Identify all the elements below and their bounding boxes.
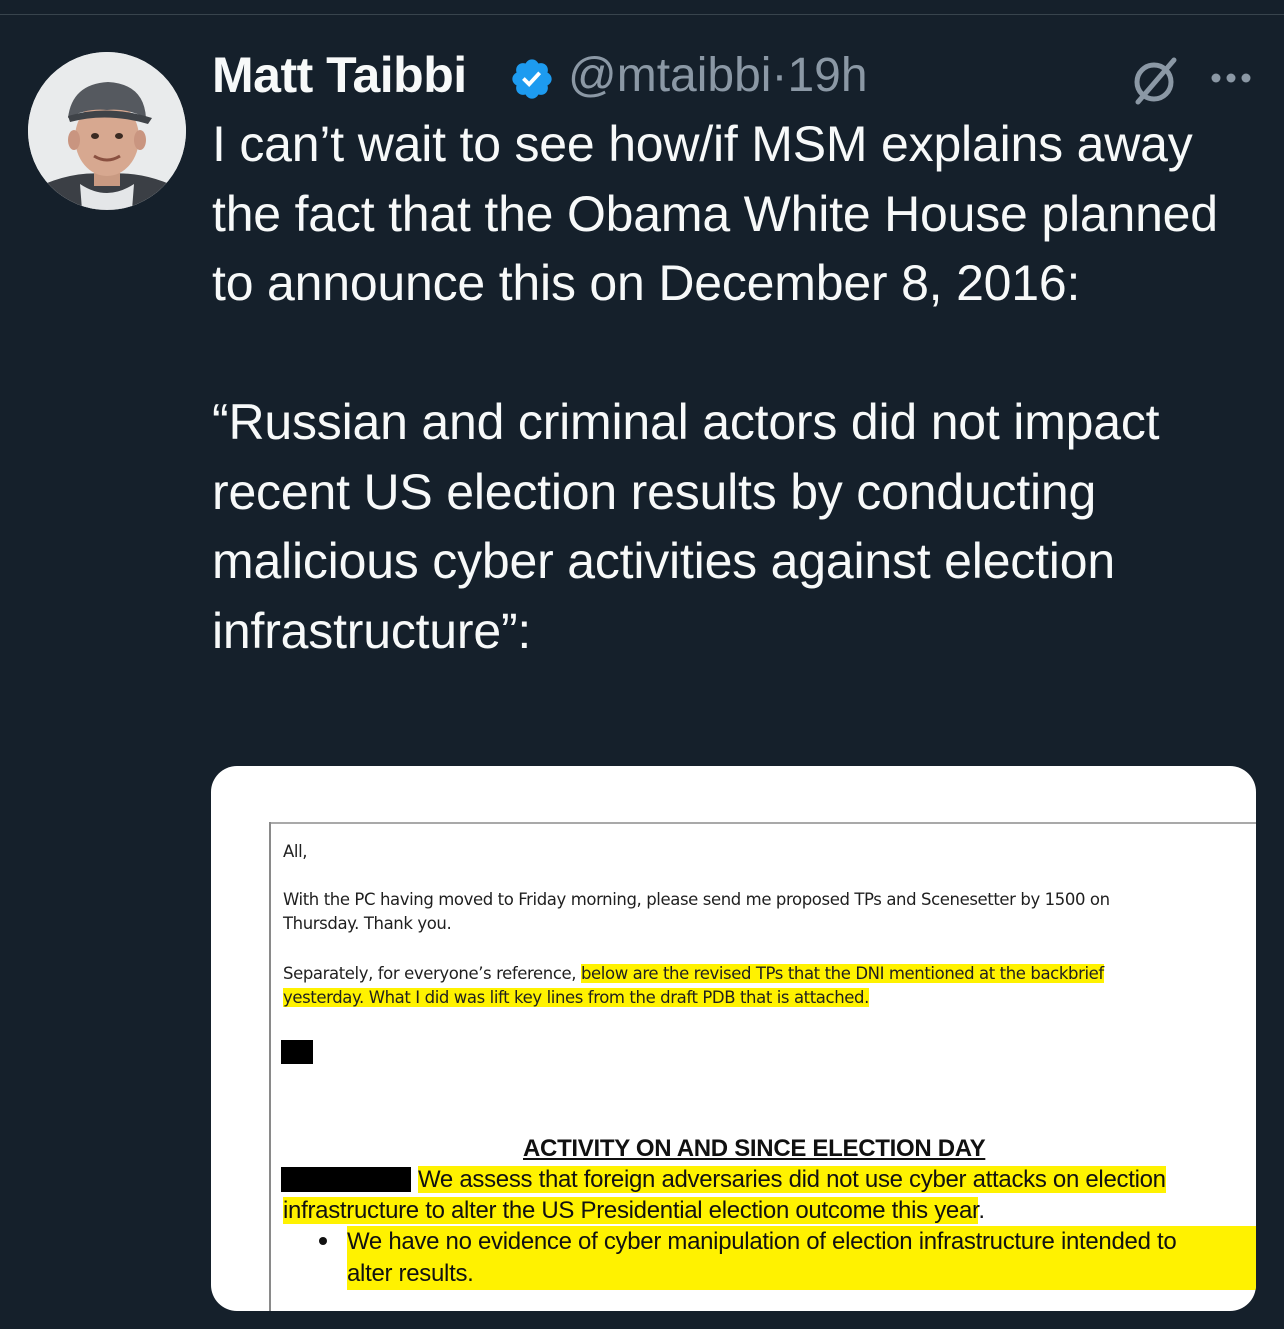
document-section-heading: ACTIVITY ON AND SINCE ELECTION DAY bbox=[523, 1135, 986, 1162]
tweet-media-image[interactable]: All, With the PC having moved to Friday … bbox=[211, 766, 1256, 1311]
paragraph-2-plain: Separately, for everyone’s reference, bbox=[283, 964, 581, 983]
bullet-line-2: alter results. bbox=[347, 1258, 1256, 1290]
document-paragraph-1: With the PC having moved to Friday morni… bbox=[283, 890, 1110, 933]
author-handle[interactable]: @mtaibbi bbox=[568, 49, 771, 102]
assessment-period: . bbox=[978, 1197, 985, 1224]
author-handle-and-time[interactable]: @mtaibbi·19h bbox=[568, 48, 868, 103]
more-options-icon[interactable] bbox=[1210, 72, 1252, 84]
assessment-text: We assess that foreign adversaries did n… bbox=[283, 1164, 1256, 1226]
bullet-text: We have no evidence of cyber manipulatio… bbox=[347, 1226, 1256, 1290]
tweet-text: I can’t wait to see how/if MSM explains … bbox=[212, 116, 1218, 659]
document-paragraph-2: Separately, for everyone’s reference, be… bbox=[283, 962, 1163, 1010]
tweet-header: Matt Taibbi @mtaibbi·19h bbox=[212, 44, 1262, 108]
bullet-line-1: We have no evidence of cyber manipulatio… bbox=[347, 1226, 1256, 1258]
redaction-block-large bbox=[281, 1167, 411, 1192]
document-left-border bbox=[269, 822, 271, 1311]
author-display-name[interactable]: Matt Taibbi bbox=[212, 46, 467, 104]
assessment-line-1: We assess that foreign adversaries did n… bbox=[418, 1166, 1166, 1193]
avatar-photo bbox=[28, 52, 186, 210]
top-divider bbox=[0, 14, 1284, 15]
document-top-border bbox=[269, 822, 1256, 824]
document-salutation: All, bbox=[283, 842, 308, 861]
grok-icon[interactable] bbox=[1130, 54, 1180, 106]
redaction-block bbox=[281, 1040, 313, 1064]
tweet-timestamp[interactable]: 19h bbox=[787, 49, 867, 102]
assessment-line-2: infrastructure to alter the US President… bbox=[283, 1197, 979, 1224]
meta-separator: · bbox=[771, 49, 788, 102]
author-avatar[interactable] bbox=[28, 52, 186, 210]
bullet-point bbox=[319, 1237, 327, 1245]
verified-badge-icon[interactable] bbox=[509, 56, 555, 102]
